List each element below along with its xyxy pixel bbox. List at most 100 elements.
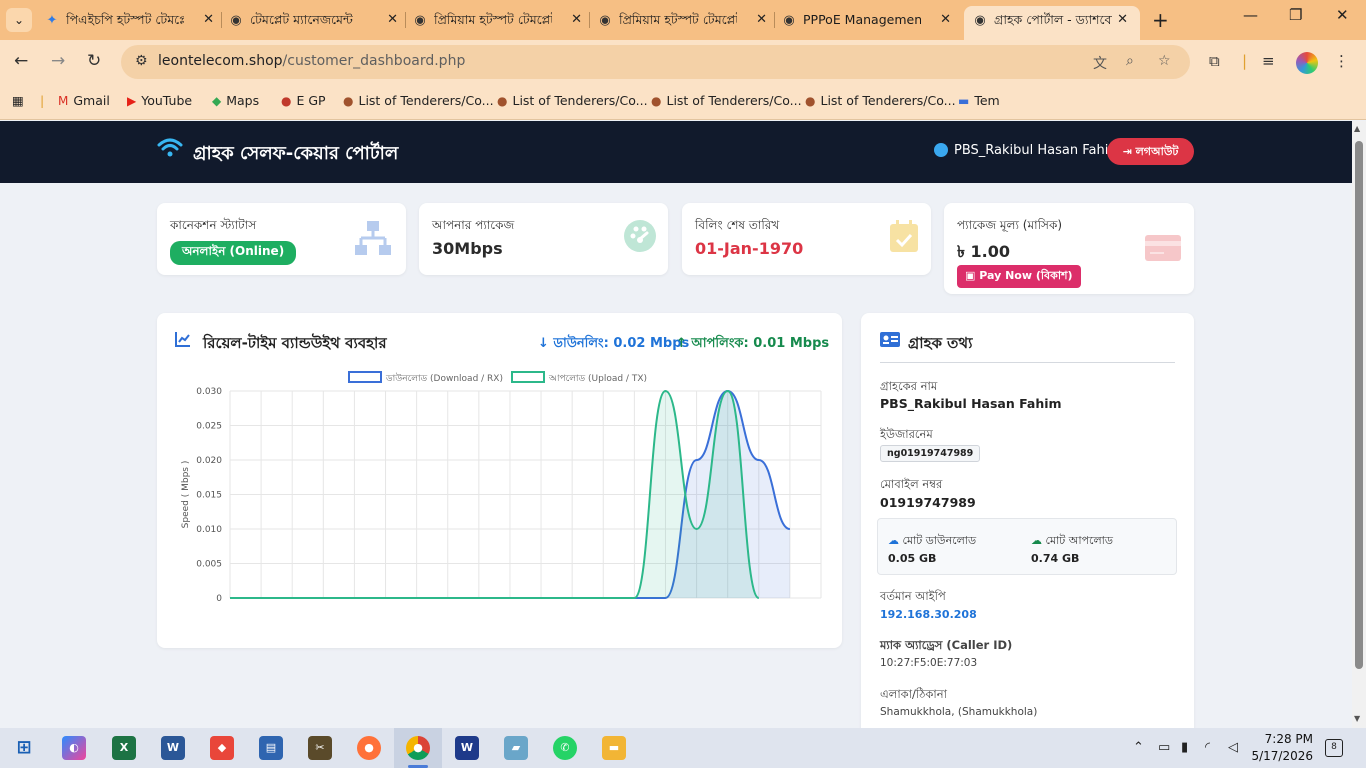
divider	[880, 362, 1175, 363]
bookmark-star-icon[interactable]: ☆	[1158, 53, 1171, 69]
firefox-icon[interactable]: ●	[357, 736, 381, 760]
camera-icon[interactable]: ▭	[1158, 740, 1170, 755]
bookmark-tem[interactable]: ▬ Tem	[958, 93, 1000, 108]
clock-time[interactable]: 7:28 PM	[1255, 732, 1313, 746]
egp-icon: ●	[281, 94, 292, 108]
bookmark-gmail[interactable]: M Gmail	[58, 93, 110, 108]
customer-info-card: গ্রাহক তথ্য গ্রাহকের নাম PBS_Rakibul Has…	[861, 313, 1194, 728]
chrome-icon[interactable]: ●	[406, 736, 430, 760]
legend-swatch-0	[348, 371, 382, 383]
more-menu-icon[interactable]: ⋮	[1334, 52, 1349, 70]
whatsapp-icon[interactable]: ✆	[553, 736, 577, 760]
bookmark-youtube[interactable]: ▶ YouTube	[127, 93, 192, 108]
tender-icon: ●	[805, 94, 816, 108]
restore-button[interactable]: ❐	[1289, 6, 1302, 24]
pay-now-button[interactable]: ▣ Pay Now (বিকাশ)	[957, 265, 1081, 288]
notepad-icon[interactable]: ▰	[504, 736, 528, 760]
tab-5[interactable]: ◉PPPoE Management | ✕	[781, 6, 957, 34]
address-bar[interactable]: ⚙ leontelecom.shop/customer_dashboard.ph…	[121, 45, 1190, 79]
page-scrollbar[interactable]: ▲ ▼	[1352, 121, 1366, 728]
bookmark-maps[interactable]: ◆ Maps	[212, 93, 259, 108]
logout-icon: ⇥	[1122, 145, 1136, 158]
tender-icon: ●	[343, 94, 354, 108]
zoom-icon[interactable]: ⌕	[1126, 53, 1134, 69]
close-icon[interactable]: ✕	[387, 6, 398, 34]
mac-address: 10:27:F5:0E:77:03	[880, 657, 978, 669]
file-explorer-icon[interactable]: ▬	[602, 736, 626, 760]
bandwidth-chart-card: রিয়েল-টাইম ব্যান্ডউইথ ব্যবহার ↓ ডাউনলিং…	[157, 313, 842, 648]
total-upload-value: 0.74 GB	[1031, 552, 1080, 565]
gmail-icon: M	[58, 94, 69, 108]
credit-card-icon	[1144, 231, 1182, 271]
reload-button[interactable]: ↻	[87, 51, 101, 71]
info-title: গ্রাহক তথ্য	[908, 334, 973, 352]
logout-button[interactable]: ⇥ লগআউট	[1107, 138, 1194, 165]
globe-icon: ◉	[414, 13, 426, 28]
bookmark-tenderers-1[interactable]: ● List of Tenderers/Co...	[343, 93, 494, 108]
notification-center[interactable]: 8	[1325, 739, 1343, 757]
snipping-tool-icon[interactable]: ✂	[308, 736, 332, 760]
legend-swatch-1	[511, 371, 545, 383]
clock-date[interactable]: 5/17/2026	[1249, 749, 1313, 763]
winbox-icon[interactable]: W	[455, 736, 479, 760]
tab-search-button[interactable]: ⌄	[6, 8, 32, 32]
tem-icon: ▬	[958, 94, 970, 108]
y-tick-label: 0.030	[196, 387, 222, 397]
close-icon[interactable]: ✕	[203, 6, 214, 34]
extensions-icon[interactable]: ⧉	[1209, 52, 1220, 70]
word-icon[interactable]: W	[161, 736, 185, 760]
copilot-icon[interactable]: ◐	[62, 736, 86, 760]
media-control-icon[interactable]: ≡	[1262, 52, 1275, 70]
forward-button[interactable]: →	[51, 51, 65, 71]
close-window-button[interactable]: ✕	[1336, 6, 1349, 24]
maps-icon: ◆	[212, 94, 222, 108]
toolbar-divider: |	[1242, 52, 1248, 70]
y-tick-label: 0.010	[196, 525, 222, 535]
site-info-icon[interactable]: ⚙	[135, 53, 148, 69]
y-tick-label: 0.025	[196, 422, 222, 432]
tab-1[interactable]: ✦ পিএইচপি হটস্পট টেমপ্লেট ✕	[44, 6, 220, 34]
tab-6-active[interactable]: ◉ গ্রাহক পোর্টাল - ড্যাশবোর্ড ✕	[964, 6, 1140, 40]
tab-divider	[774, 12, 775, 28]
bookmark-tenderers-4[interactable]: ● List of Tenderers/Co...	[805, 93, 956, 108]
new-tab-button[interactable]: +	[1152, 8, 1169, 32]
battery-icon[interactable]: ▮	[1181, 740, 1188, 755]
cloud-upload-icon: ☁	[1031, 534, 1046, 547]
anydesk-icon[interactable]: ◆	[210, 736, 234, 760]
tray-chevron-icon[interactable]: ⌃	[1133, 740, 1144, 755]
bookmark-egp[interactable]: ● E GP	[281, 93, 326, 108]
scroll-up-icon[interactable]: ▲	[1354, 124, 1360, 133]
scroll-down-icon[interactable]: ▼	[1354, 714, 1360, 723]
ip-address: 192.168.30.208	[880, 608, 977, 621]
bookmarks-bar: ▦ | M Gmail ▶ YouTube ◆ Maps ● E GP ● List of…	[0, 86, 1366, 120]
close-icon[interactable]: ✕	[1117, 6, 1128, 34]
volume-icon[interactable]: ◁	[1228, 740, 1238, 755]
close-icon[interactable]: ✕	[571, 6, 582, 34]
minimize-button[interactable]: —	[1243, 6, 1258, 24]
bookmark-tenderers-2[interactable]: ● List of Tenderers/Co...	[497, 93, 648, 108]
total-download-value: 0.05 GB	[888, 552, 937, 565]
windows-start-icon[interactable]: ⊞	[12, 736, 36, 760]
mobile-number: 01919747989	[880, 495, 976, 510]
tender-icon: ●	[497, 94, 508, 108]
back-button[interactable]: ←	[14, 51, 28, 71]
billing-card: বিলিং শেষ তারিখ 01-Jan-1970	[682, 203, 931, 275]
star-icon: ✦	[46, 13, 58, 28]
wifi-tray-icon[interactable]: ◜	[1205, 740, 1210, 755]
bookmark-divider: |	[40, 93, 45, 108]
scroll-thumb[interactable]	[1355, 141, 1363, 669]
bookmark-tenderers-3[interactable]: ● List of Tenderers/Co...	[651, 93, 802, 108]
news-icon[interactable]: ▤	[259, 736, 283, 760]
tab-4[interactable]: ◉ প্রিমিয়াম হটস্পট টেমপ্লেট ✕	[597, 6, 773, 34]
youtube-icon: ▶	[127, 94, 137, 108]
globe-icon: ◉	[783, 13, 795, 28]
excel-icon[interactable]: X	[112, 736, 136, 760]
tab-3[interactable]: ◉ প্রিমিয়াম হটস্পট টেমপ্লেট ✕	[412, 6, 588, 34]
translate-icon[interactable]: 文	[1093, 53, 1107, 73]
legend-label-0: ডাউনলোড (Download / RX)	[385, 372, 503, 384]
close-icon[interactable]: ✕	[940, 6, 951, 34]
tab-2[interactable]: ◉ টেমপ্লেট ম্যানেজমেন্ট ✕	[228, 6, 404, 34]
profile-avatar[interactable]	[1296, 52, 1318, 74]
apps-grid-icon[interactable]: ▦	[12, 93, 24, 108]
close-icon[interactable]: ✕	[756, 6, 767, 34]
